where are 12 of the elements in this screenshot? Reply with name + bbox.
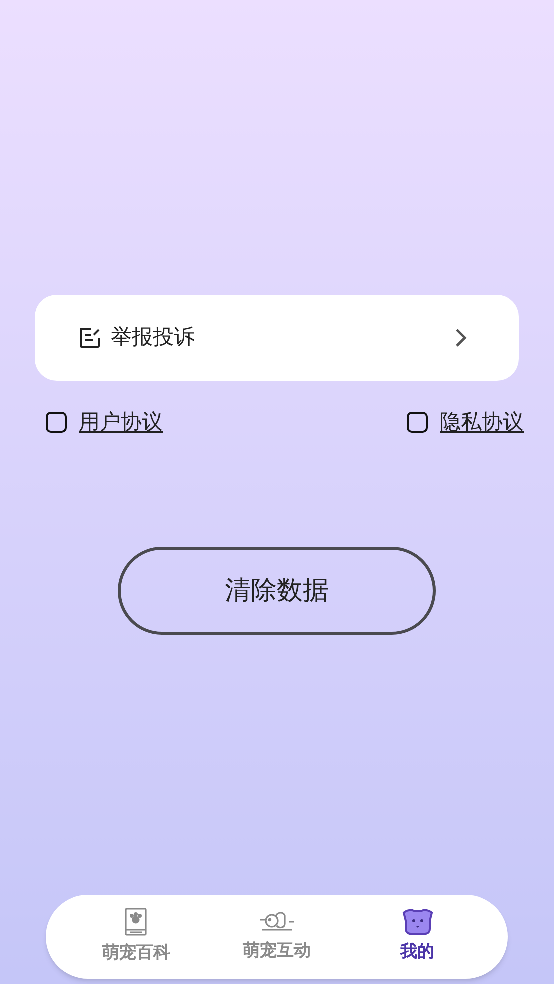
agreement-link[interactable]: 隐私协议 [440, 407, 524, 438]
clear-data-button[interactable]: 清除数据 [118, 546, 436, 634]
tab[interactable]: 我的 [347, 909, 488, 965]
book-icon [124, 908, 148, 936]
edit-icon [79, 327, 101, 349]
dog-icon [400, 909, 435, 936]
chevron-right-icon [455, 328, 467, 348]
checkbox[interactable] [407, 412, 428, 434]
checkbox[interactable] [46, 412, 67, 434]
agreement-link[interactable]: 用户协议 [79, 407, 163, 438]
menu-label: 举报投诉 [111, 325, 196, 352]
menu-item[interactable]: 举报投诉 [35, 295, 519, 381]
